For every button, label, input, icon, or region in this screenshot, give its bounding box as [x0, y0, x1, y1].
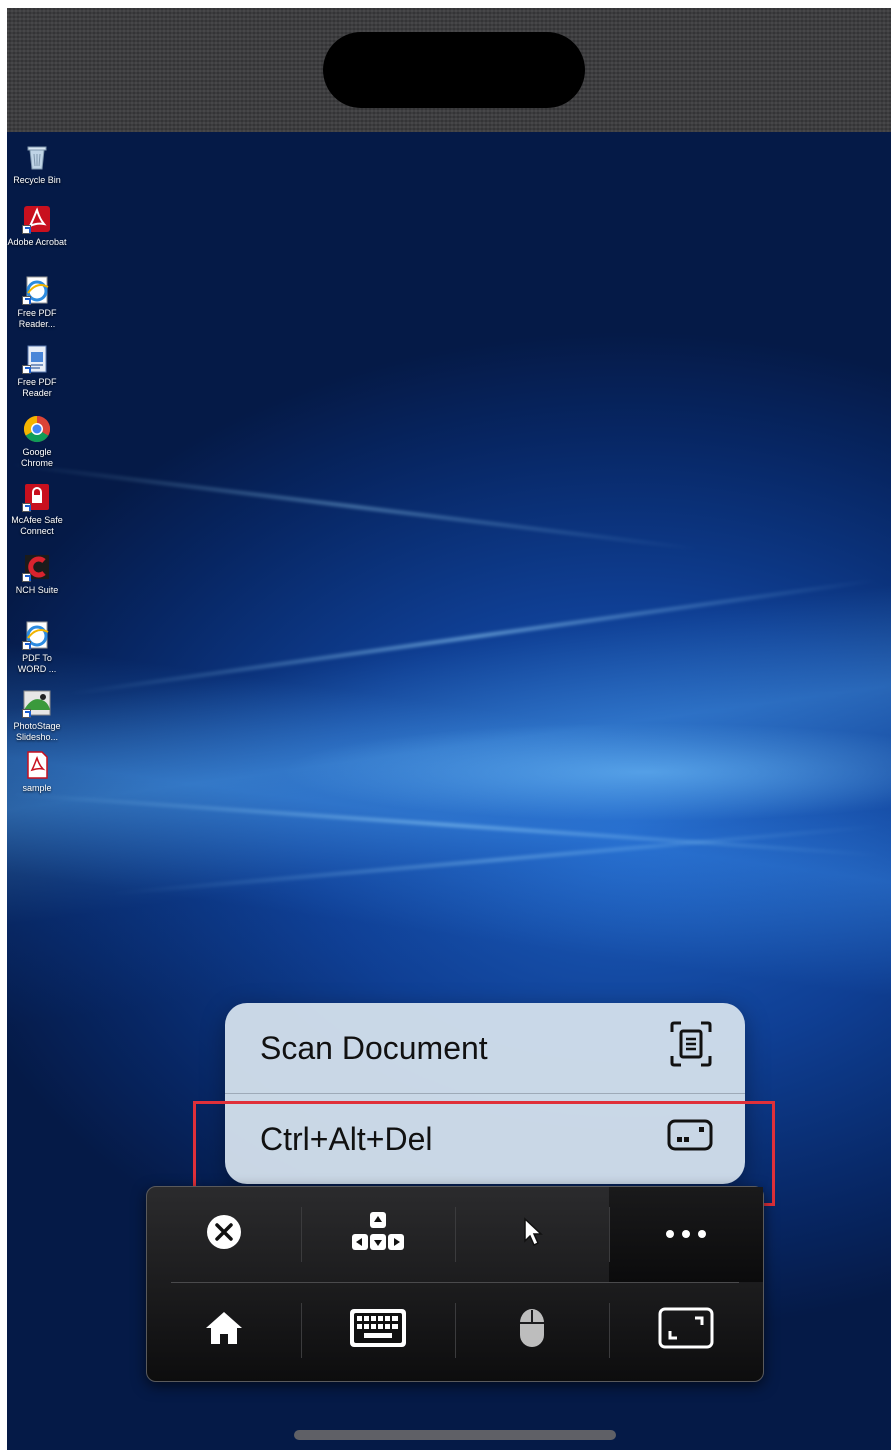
arrow-keys-icon: [350, 1210, 406, 1259]
desktop-icon-photostage-slideshow[interactable]: PhotoStage Slidesho...: [7, 688, 67, 743]
pointer-icon: [520, 1216, 544, 1253]
adobe-acrobat-icon: [22, 204, 52, 234]
home-icon: [204, 1310, 244, 1351]
keyboard-button[interactable]: [301, 1283, 455, 1378]
home-indicator[interactable]: [294, 1430, 616, 1440]
remote-toolbar: [146, 1186, 764, 1382]
pdf-to-word-icon: [22, 620, 52, 650]
desktop-icon-google-chrome[interactable]: Google Chrome: [7, 414, 67, 469]
pdf-document-icon: [22, 344, 52, 374]
pdf-file-icon: [22, 750, 52, 780]
icon-label: Free PDF Reader...: [17, 308, 57, 329]
icon-label: Adobe Acrobat: [7, 237, 67, 247]
icon-label: McAfee Safe Connect: [11, 515, 63, 536]
fullscreen-icon: [658, 1307, 714, 1354]
icon-label: Google Chrome: [20, 447, 53, 468]
desktop-icon-nch-suite[interactable]: NCH Suite: [7, 552, 67, 596]
desktop-icon-mcafee-safe-connect[interactable]: McAfee Safe Connect: [7, 482, 67, 537]
icon-label: PhotoStage Slidesho...: [13, 721, 61, 742]
arrow-keys-button[interactable]: [301, 1187, 455, 1282]
more-icon: [664, 1226, 708, 1244]
chrome-icon: [22, 414, 52, 444]
desktop-icon-free-pdf-reader-2[interactable]: Free PDF Reader: [7, 344, 67, 399]
status-bar: [7, 8, 891, 132]
dynamic-island: [323, 32, 585, 108]
fullscreen-button[interactable]: [609, 1283, 763, 1378]
menu-item-scan-document[interactable]: Scan Document: [225, 1003, 745, 1093]
icon-label: Recycle Bin: [13, 175, 61, 185]
menu-item-label: Scan Document: [260, 1029, 488, 1066]
document-scan-icon: [669, 1020, 713, 1076]
icon-label: Free PDF Reader: [17, 377, 57, 398]
recycle-bin-icon: [22, 142, 52, 172]
pointer-button[interactable]: [455, 1187, 609, 1282]
desktop-icon-sample[interactable]: sample: [7, 750, 67, 794]
desktop-icon-recycle-bin[interactable]: Recycle Bin: [7, 142, 67, 186]
mcafee-icon: [22, 482, 52, 512]
desktop-icon-free-pdf-reader[interactable]: Free PDF Reader...: [7, 275, 67, 330]
mouse-icon: [518, 1307, 546, 1354]
more-button[interactable]: [609, 1187, 763, 1282]
icon-label: sample: [22, 783, 52, 793]
icon-label: NCH Suite: [15, 585, 59, 595]
keyboard-icon: [348, 1307, 408, 1354]
mouse-button[interactable]: [455, 1283, 609, 1378]
desktop-icon-adobe-acrobat[interactable]: Adobe Acrobat: [7, 204, 67, 248]
nch-suite-icon: [22, 552, 52, 582]
home-button[interactable]: [147, 1283, 301, 1378]
free-pdf-reader-icon: [22, 275, 52, 305]
close-icon: [205, 1213, 243, 1256]
icon-label: PDF To WORD ...: [17, 653, 57, 674]
close-button[interactable]: [147, 1187, 301, 1282]
photostage-icon: [22, 688, 52, 718]
phone-screen: Recycle Bin Adobe Acrobat Free PDF Reade…: [7, 8, 891, 1450]
desktop-icon-pdf-to-word[interactable]: PDF To WORD ...: [7, 620, 67, 675]
